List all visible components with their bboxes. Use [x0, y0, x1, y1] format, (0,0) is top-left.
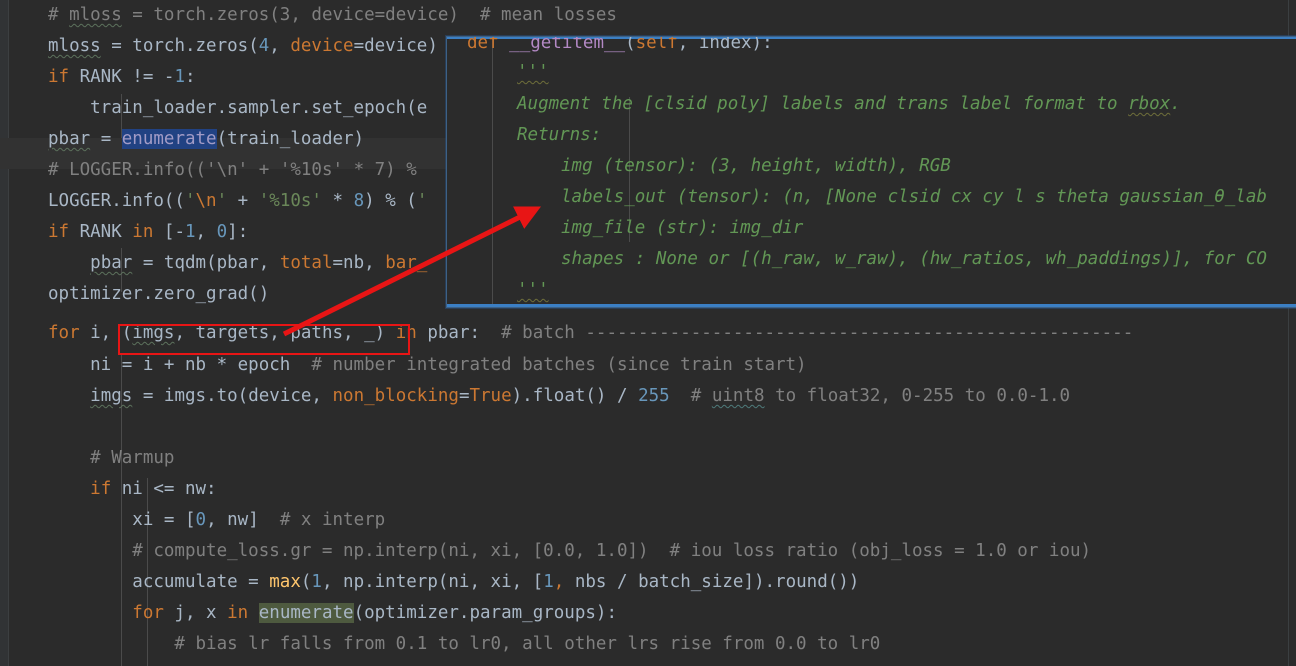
code-line[interactable]: pbar = enumerate(train_loader) — [48, 124, 364, 155]
code-line[interactable]: LOGGER.info(('\n' + '%10s' * 8) % (' — [48, 186, 427, 217]
popup-line: Augment the [clsid poly] labels and tran… — [517, 94, 1181, 114]
code-line[interactable]: if RANK in [-1, 0]: — [48, 217, 248, 248]
code-line[interactable]: # mloss = torch.zeros(3, device=device) … — [48, 0, 617, 31]
code-line[interactable]: # LOGGER.info(('\n' + '%10s' * 7) % — [48, 155, 427, 186]
documentation-popup[interactable]: def __getitem__(self, index): ''' Augmen… — [446, 36, 1296, 308]
code-line[interactable]: xi = [0, nw] # x interp — [48, 505, 385, 536]
popup-line: shapes : None or [(h_raw, w_raw), (hw_ra… — [561, 249, 1267, 269]
popup-line: Returns: — [517, 125, 602, 145]
popup-line: ''' — [517, 280, 549, 300]
code-line[interactable]: # compute_loss.gr = np.interp(ni, xi, [0… — [48, 536, 1091, 567]
popup-line: labels_out (tensor): (n, [None clsid cx … — [561, 187, 1267, 207]
indent-guide — [492, 39, 493, 304]
popup-line: img_file (str): img_dir — [561, 218, 804, 238]
popup-bottom-border — [447, 304, 1296, 307]
code-line[interactable]: accumulate = max(1, np.interp(ni, xi, [1… — [48, 567, 859, 598]
code-line[interactable]: # bias lr falls from 0.1 to lr0, all oth… — [48, 629, 880, 660]
code-line[interactable]: if RANK != -1: — [48, 62, 196, 93]
popup-signature-line: def __getitem__(self, index): — [467, 36, 773, 53]
code-line[interactable]: # Warmup — [48, 443, 174, 474]
code-line[interactable]: pbar = tqdm(pbar, total=nb, bar_ — [48, 248, 427, 279]
code-line[interactable]: for j, x in enumerate(optimizer.param_gr… — [48, 598, 617, 629]
popup-line: ''' — [517, 62, 549, 82]
code-editor-pane[interactable]: # mloss = torch.zeros(3, device=device) … — [0, 0, 1296, 666]
code-line[interactable]: train_loader.sampler.set_epoch(e — [48, 93, 427, 124]
code-line[interactable]: optimizer.zero_grad() — [48, 279, 269, 310]
code-line[interactable]: if ni <= nw: — [48, 474, 216, 505]
code-line[interactable]: ni = i + nb * epoch # number integrated … — [48, 350, 806, 381]
code-line[interactable]: mloss = torch.zeros(4, device=device) — [48, 31, 438, 62]
code-line[interactable]: for i, (imgs, targets, paths, _) in pbar… — [48, 318, 1133, 349]
popup-line: img (tensor): (3, height, width), RGB — [561, 156, 951, 176]
code-line[interactable]: imgs = imgs.to(device, non_blocking=True… — [48, 381, 1070, 412]
